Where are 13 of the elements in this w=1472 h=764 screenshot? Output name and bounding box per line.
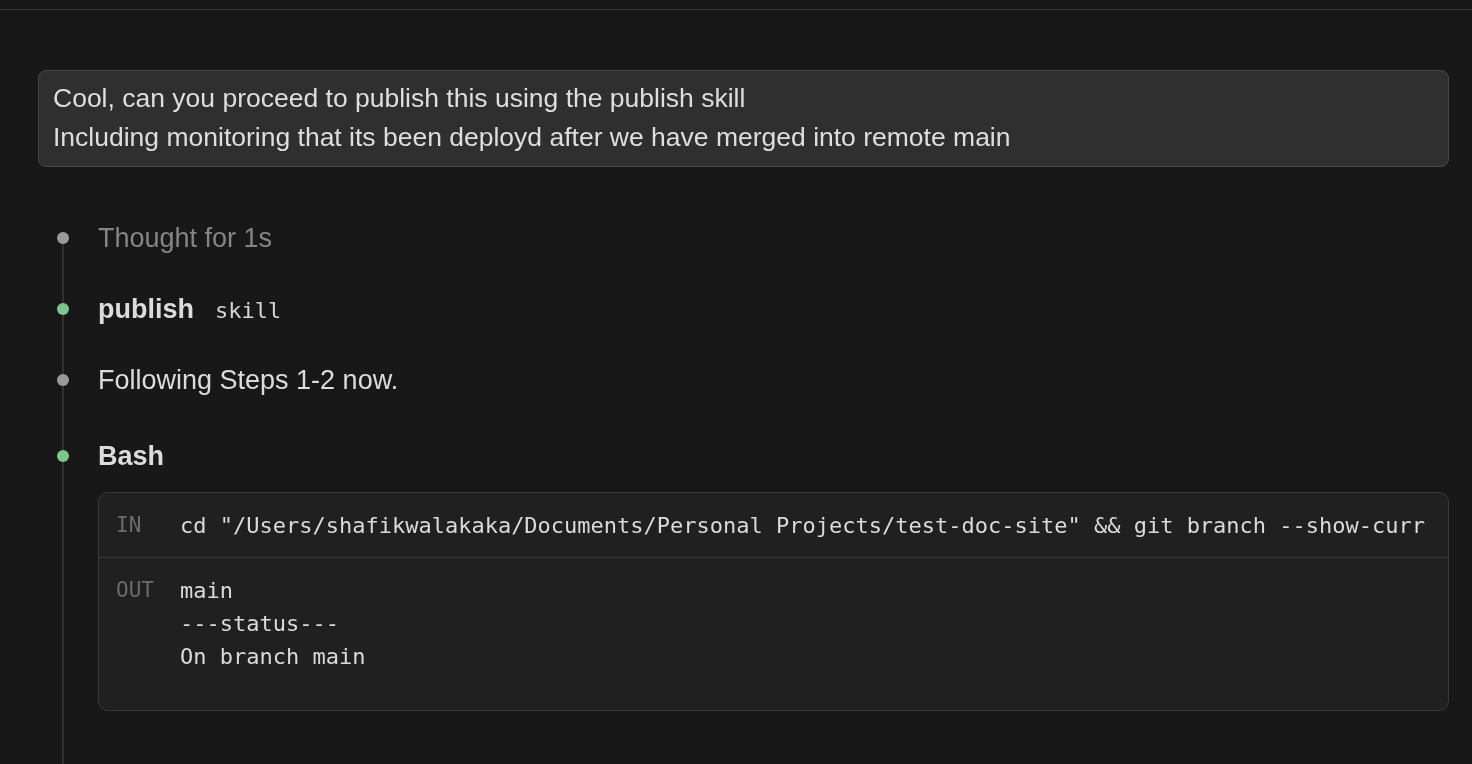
user-message-line: Cool, can you proceed to publish this using the publish skill [53,82,747,115]
input-label: IN [116,512,142,539]
tool-name: Bash [98,440,165,472]
skill-name: publish [98,293,194,325]
assistant-message-text: Following Steps 1-2 now. [98,364,399,396]
skill-tag: skill [215,295,282,327]
output-line: main [180,577,233,605]
output-label: OUT [116,577,154,604]
thought-duration-text: Thought for 1s [98,222,273,254]
output-line: ---status--- [180,610,339,638]
command-text: cd "/Users/shafikwalakaka/Documents/Personal Projects/test-doc-site" && git branch --show-curr [180,512,1426,540]
output-line: On branch main [180,643,366,671]
user-message-line: Including monitoring that its been deployd after we have merged into remote main [53,121,1012,154]
